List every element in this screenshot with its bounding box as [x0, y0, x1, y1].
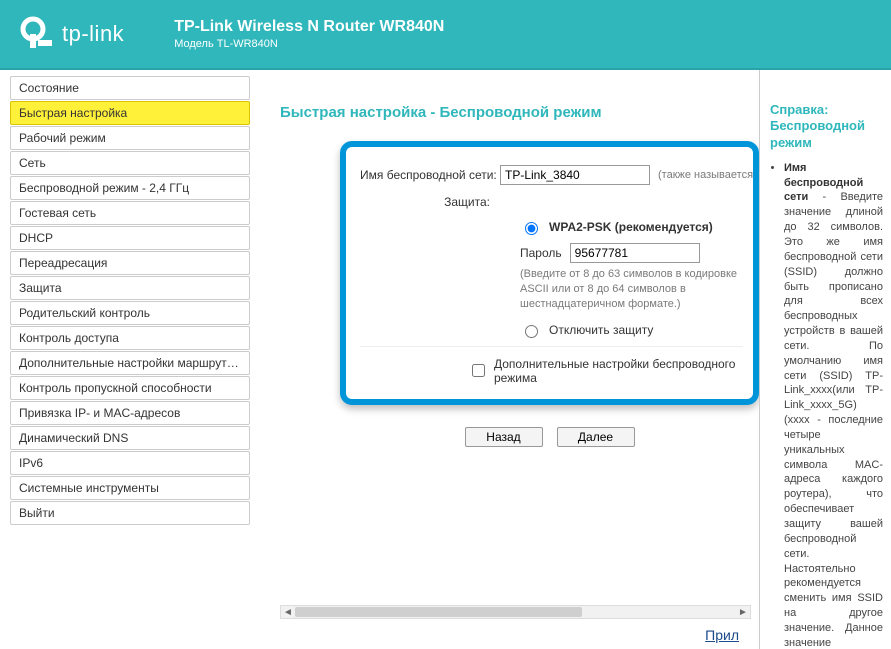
separator [360, 346, 743, 347]
sidebar-item-9[interactable]: Родительский контроль [10, 301, 250, 325]
sidebar-item-14[interactable]: Динамический DNS [10, 426, 250, 450]
product-title: TP-Link Wireless N Router WR840N [174, 18, 444, 36]
sidebar-item-16[interactable]: Системные инструменты [10, 476, 250, 500]
scroll-thumb[interactable] [295, 607, 582, 617]
sidebar-item-11[interactable]: Дополнительные настройки маршрутизации [10, 351, 250, 375]
more-settings-checkbox[interactable] [472, 364, 485, 377]
sidebar-item-10[interactable]: Контроль доступа [10, 326, 250, 350]
sidebar-item-6[interactable]: DHCP [10, 226, 250, 250]
scroll-track[interactable] [295, 606, 736, 618]
back-button[interactable]: Назад [465, 427, 543, 447]
product-model: Модель TL-WR840N [174, 38, 444, 50]
horizontal-scrollbar[interactable]: ◄ ► [280, 605, 751, 619]
sidebar-item-2[interactable]: Рабочий режим [10, 126, 250, 150]
sidebar-item-4[interactable]: Беспроводной режим - 2,4 ГГц [10, 176, 250, 200]
security-disable-label: Отключить защиту [549, 323, 653, 337]
help-list: Имя беспроводной сети - Введите значение… [770, 161, 883, 649]
sidebar-item-17[interactable]: Выйти [10, 501, 250, 525]
scroll-right-arrow[interactable]: ► [736, 606, 750, 618]
footer-link[interactable]: Прил [705, 627, 739, 643]
sidebar-nav: СостояниеБыстрая настройкаРабочий режимС… [0, 70, 250, 649]
ssid-input[interactable] [500, 165, 650, 185]
page-title: Быстрая настройка - Беспроводной режим [280, 104, 749, 121]
wireless-settings-panel: Имя беспроводной сети: (также называется… [340, 141, 759, 405]
security-wpa2-radio[interactable] [525, 222, 538, 235]
help-panel: Справка: Беспроводной режим Имя беспрово… [759, 70, 891, 649]
sidebar-item-8[interactable]: Защита [10, 276, 250, 300]
ssid-hint: (также называется [658, 169, 753, 181]
sidebar-item-7[interactable]: Переадресация [10, 251, 250, 275]
brand-logo: tp-link [20, 16, 124, 52]
security-label: Защита: [360, 195, 500, 209]
tplink-logo-icon [20, 16, 56, 52]
sidebar-item-0[interactable]: Состояние [10, 76, 250, 100]
ssid-label: Имя беспроводной сети: [360, 168, 500, 182]
sidebar-item-5[interactable]: Гостевая сеть [10, 201, 250, 225]
sidebar-item-12[interactable]: Контроль пропускной способности [10, 376, 250, 400]
more-settings-label: Дополнительные настройки беспроводного р… [494, 357, 743, 385]
help-item-0: Имя беспроводной сети - Введите значение… [784, 161, 883, 649]
password-input[interactable] [570, 243, 700, 263]
main-content: Быстрая настройка - Беспроводной режим И… [250, 70, 759, 649]
security-wpa2-label: WPA2-PSK (рекомендуется) [549, 220, 713, 234]
password-label: Пароль [520, 246, 562, 260]
brand-name: tp-link [62, 21, 124, 47]
password-hint: (Введите от 8 до 63 символов в кодировке… [520, 267, 743, 312]
scroll-left-arrow[interactable]: ◄ [281, 606, 295, 618]
app-header: tp-link TP-Link Wireless N Router WR840N… [0, 0, 891, 70]
next-button[interactable]: Далее [557, 427, 635, 447]
sidebar-item-13[interactable]: Привязка IP- и MAC-адресов [10, 401, 250, 425]
header-titles: TP-Link Wireless N Router WR840N Модель … [174, 18, 444, 50]
sidebar-item-15[interactable]: IPv6 [10, 451, 250, 475]
help-title: Справка: Беспроводной режим [770, 102, 883, 151]
sidebar-item-1[interactable]: Быстрая настройка [10, 101, 250, 125]
sidebar-item-3[interactable]: Сеть [10, 151, 250, 175]
security-disable-radio[interactable] [525, 325, 538, 338]
